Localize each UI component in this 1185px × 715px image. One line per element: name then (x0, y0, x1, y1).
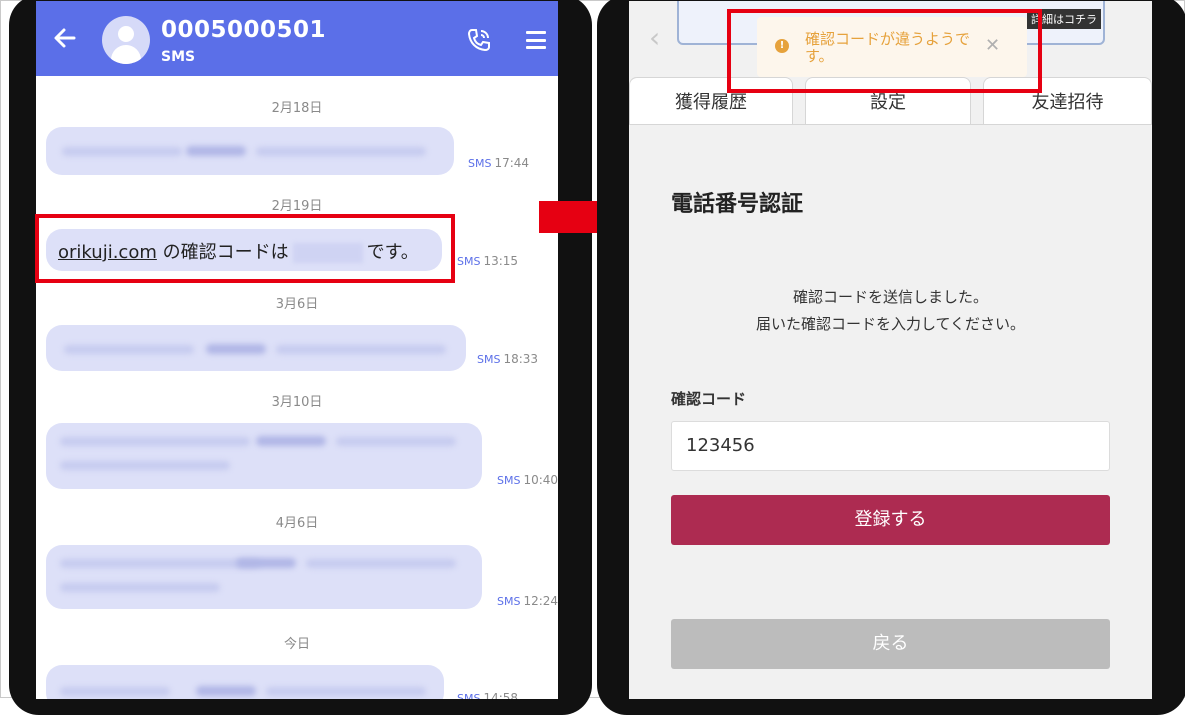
date-label: 2月18日 (271, 101, 323, 116)
message-bubble (46, 127, 454, 175)
date-label: 今日 (283, 637, 310, 652)
contact-name: 0005000501 (161, 17, 327, 43)
date-label: 3月6日 (275, 297, 319, 312)
back-arrow-icon[interactable] (52, 25, 80, 53)
date-label: 3月10日 (271, 395, 323, 410)
message-meta: SMS 12:24 (497, 594, 558, 608)
sms-header: 0005000501 SMS (36, 1, 558, 76)
chevron-left-icon[interactable]: ‹ (649, 21, 660, 54)
contact-subtitle: SMS (161, 49, 196, 65)
message-bubble (46, 423, 482, 489)
message-meta: SMS 13:15 (457, 254, 519, 268)
message-meta: SMS 10:40 (497, 473, 558, 487)
verification-screen: 詳細はコチラ ‹ 獲得履歴 設定 友達招待 ! 確認コードが違うようです。 ✕ … (629, 1, 1152, 699)
date-label: 2月19日 (271, 199, 323, 214)
info-line: 届いた確認コードを入力してください。 (755, 315, 1026, 333)
phone-call-icon[interactable] (466, 27, 492, 53)
tab-divider (629, 124, 1152, 125)
screenshot-frame: 0005000501 SMS 2月18日 SMS 17:44 2月19日 orik… (0, 0, 1185, 715)
message-meta: SMS 17:44 (468, 156, 530, 170)
register-button[interactable]: 登録する (671, 495, 1110, 545)
code-message-highlight (35, 214, 455, 283)
toast-highlight (727, 9, 1042, 93)
message-bubble (46, 545, 482, 609)
back-button[interactable]: 戻る (671, 619, 1110, 669)
message-bubble (46, 325, 466, 371)
date-label: 4月6日 (275, 516, 319, 531)
code-input[interactable]: 123456 (671, 421, 1110, 471)
message-meta: SMS 18:33 (477, 352, 539, 366)
message-bubble (46, 665, 444, 699)
info-line: 確認コードを送信しました。 (792, 288, 988, 306)
avatar (102, 16, 150, 64)
sms-screen: 0005000501 SMS 2月18日 SMS 17:44 2月19日 orik… (36, 1, 558, 699)
menu-icon[interactable] (526, 31, 546, 49)
code-field-label: 確認コード (671, 390, 747, 408)
page-title: 電話番号認証 (671, 192, 804, 217)
